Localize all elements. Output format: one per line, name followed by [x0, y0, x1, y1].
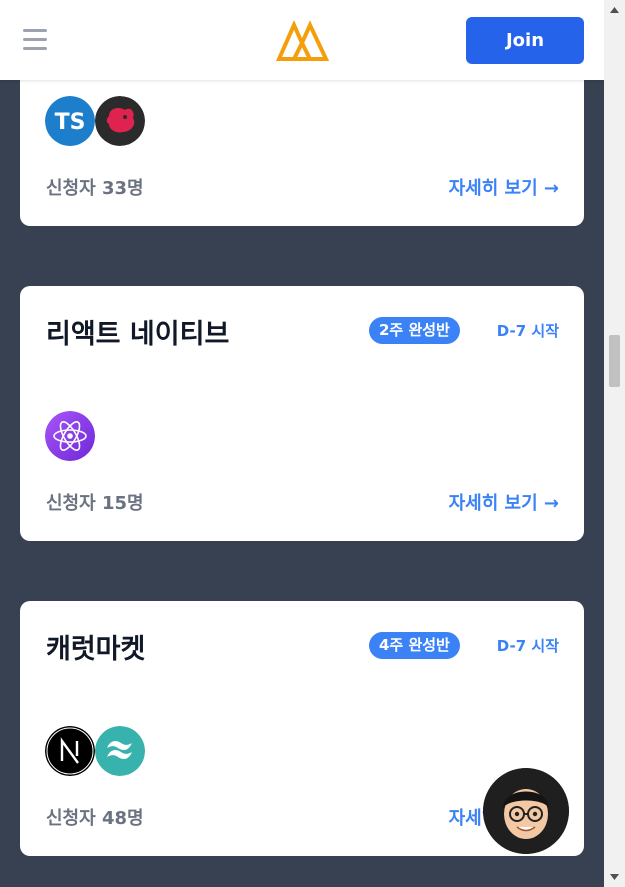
scrollbar-thumb[interactable] [609, 335, 620, 387]
start-date: D-7 시작 [496, 637, 559, 655]
scroll-up-arrow-icon[interactable] [604, 0, 625, 20]
react-icon [45, 411, 95, 461]
stack-icons [45, 726, 145, 776]
duration-badge: 4주 완성반 [369, 632, 460, 659]
tailwind-icon [95, 726, 145, 776]
logo[interactable] [276, 19, 329, 61]
stack-icons: TS [45, 96, 145, 146]
applicant-count: 신청자 48명 [46, 808, 144, 829]
course-title: 캐럿마켓 [46, 634, 146, 665]
scroll-down-arrow-icon[interactable] [604, 867, 625, 887]
detail-link[interactable]: 자세히 보기 → [449, 174, 559, 200]
menu-icon[interactable] [23, 29, 47, 51]
course-title: 리액트 네이티브 [46, 319, 230, 350]
typescript-icon: TS [45, 96, 95, 146]
chat-avatar-button[interactable] [483, 768, 569, 854]
start-date: D-7 시작 [496, 322, 559, 340]
join-button[interactable]: Join [466, 17, 584, 64]
top-nav: Join [0, 0, 604, 80]
stack-icons [45, 411, 95, 461]
applicant-count: 신청자 15명 [46, 493, 144, 514]
applicant-count: 신청자 33명 [46, 178, 144, 199]
duration-badge: 2주 완성반 [369, 317, 460, 344]
nestjs-icon [95, 96, 145, 146]
course-card[interactable]: 리액트 네이티브 2주 완성반 D-7 시작 신청자 15명 자세히 보기 → [20, 286, 584, 541]
scrollbar[interactable] [604, 0, 625, 887]
page-viewport: Join TS 신청자 33명 자세히 보기 → 리액트 네이티브 2주 완성반… [0, 0, 604, 887]
detail-link[interactable]: 자세히 보기 → [449, 489, 559, 515]
nextjs-icon [45, 726, 95, 776]
svg-text:TS: TS [55, 110, 86, 135]
